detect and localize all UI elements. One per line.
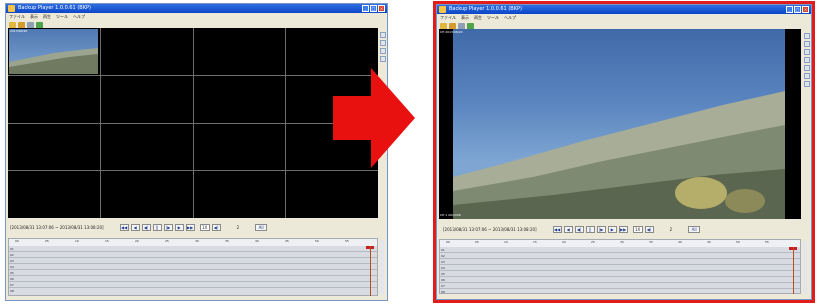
right-menu-bar: ファイル 表示 再生 ツール ヘルプ: [437, 14, 811, 21]
all-button[interactable]: All: [688, 225, 701, 233]
layout-1-button[interactable]: [380, 32, 386, 38]
close-button[interactable]: ×: [378, 5, 385, 12]
minimize-button[interactable]: _: [786, 6, 793, 13]
fast-forward-button[interactable]: ▶▶: [618, 225, 628, 233]
timeline-ruler: 00 05 10 15 20 25 30 35 40 45 50 55: [9, 239, 377, 246]
layout-9-button[interactable]: [804, 49, 810, 55]
audio-button[interactable]: ◀): [211, 223, 221, 231]
left-menu-bar: ファイル 表示 再生 ツール ヘルプ: [6, 13, 387, 20]
page-number: 2: [669, 226, 673, 232]
fast-rewind-button[interactable]: ◀◀: [119, 223, 129, 231]
zoom-button[interactable]: [804, 73, 810, 79]
step-forward-button[interactable]: |▶: [596, 225, 606, 233]
left-window-title: Backup Player 1.0.0.61 (BKP): [18, 5, 91, 11]
layout-16-button[interactable]: [380, 56, 386, 62]
menu-tools[interactable]: ツール: [56, 13, 68, 20]
menu-file[interactable]: ファイル: [9, 13, 25, 20]
page-number: 2: [236, 224, 240, 230]
menu-play[interactable]: 再生: [474, 14, 482, 21]
menu-file[interactable]: ファイル: [440, 14, 456, 21]
pause-button[interactable]: ||: [585, 225, 595, 233]
step-back-button[interactable]: ◀|: [574, 225, 584, 233]
maximize-button[interactable]: □: [370, 5, 377, 12]
fast-forward-button[interactable]: ▶▶: [185, 223, 195, 231]
menu-view[interactable]: 表示: [30, 13, 38, 20]
left-title-bar[interactable]: Backup Player 1.0.0.61 (BKP) _ □ ×: [6, 4, 387, 13]
left-playback-controls: [2013/08/31 13:07:06 ~ 2013/08/31 13:08:…: [10, 221, 268, 233]
right-title-bar[interactable]: Backup Player 1.0.0.61 (BKP) _ □ ×: [437, 5, 811, 14]
right-playback-controls: [2013/08/31 13:07:06 ~ 2013/08/31 13:08:…: [443, 223, 701, 235]
playhead[interactable]: [793, 247, 794, 294]
app-icon: [8, 5, 15, 12]
reef-image: [9, 48, 98, 74]
right-side-toolbar: [804, 33, 811, 89]
pause-button[interactable]: ||: [152, 223, 162, 231]
left-video-grid[interactable]: 2013/06/20: [8, 28, 378, 218]
menu-play[interactable]: 再生: [43, 13, 51, 20]
layout-4-button[interactable]: [380, 40, 386, 46]
rewind-button[interactable]: ◀: [563, 225, 573, 233]
maximize-button[interactable]: □: [794, 6, 801, 13]
layout-9-button[interactable]: [380, 48, 386, 54]
layout-16-button[interactable]: [804, 57, 810, 63]
minimize-button[interactable]: _: [362, 5, 369, 12]
rewind-button[interactable]: ◀: [130, 223, 140, 231]
play-button[interactable]: ▶: [174, 223, 184, 231]
snapshot-button[interactable]: [804, 65, 810, 71]
menu-help[interactable]: ヘルプ: [73, 13, 85, 20]
audio-button[interactable]: ◀): [644, 225, 654, 233]
right-window-title: Backup Player 1.0.0.61 (BKP): [449, 6, 522, 12]
left-side-toolbar: [380, 32, 387, 64]
timeline-ruler: 00 05 10 15 20 25 30 35 40 45 50 55: [440, 240, 800, 247]
time-range: [2013/08/31 13:07:06 ~ 2013/08/31 13:08:…: [10, 224, 104, 230]
playhead[interactable]: [370, 246, 371, 296]
fast-rewind-button[interactable]: ◀◀: [552, 225, 562, 233]
step-forward-button[interactable]: |▶: [163, 223, 173, 231]
step-back-button[interactable]: ◀|: [141, 223, 151, 231]
timeline-scrollbar[interactable]: [803, 241, 807, 293]
play-button[interactable]: ▶: [607, 225, 617, 233]
arrow-right-icon: [333, 68, 415, 168]
reef-image: [453, 91, 785, 219]
speed-select[interactable]: 1X: [199, 223, 210, 231]
settings-button[interactable]: [804, 81, 810, 87]
speed-select[interactable]: 1X: [632, 225, 643, 233]
right-video-view[interactable]: CH 2013/06/20 CH 1 2013/06: [439, 29, 801, 219]
time-range: [2013/08/31 13:07:06 ~ 2013/08/31 13:08:…: [443, 226, 537, 232]
left-timeline[interactable]: 00 05 10 15 20 25 30 35 40 45 50 55 01 0…: [8, 238, 378, 296]
timeline-scrollbar[interactable]: [380, 240, 384, 295]
menu-tools[interactable]: ツール: [487, 14, 499, 21]
osd-timestamp: CH 1 2013/06: [440, 213, 461, 217]
all-button[interactable]: All: [255, 223, 268, 231]
app-icon: [439, 6, 446, 13]
layout-4-button[interactable]: [804, 41, 810, 47]
layout-1-button[interactable]: [804, 33, 810, 39]
menu-help[interactable]: ヘルプ: [504, 14, 516, 21]
right-timeline[interactable]: 00 05 10 15 20 25 30 35 40 45 50 55 01 0…: [439, 239, 801, 294]
camera-label: CH 2013/06/20: [440, 30, 463, 34]
left-player-window: Backup Player 1.0.0.61 (BKP) _ □ × ファイル …: [5, 3, 388, 301]
camera-thumbnail[interactable]: 2013/06/20: [9, 29, 98, 74]
right-player-window: Backup Player 1.0.0.61 (BKP) _ □ × ファイル …: [436, 4, 812, 300]
close-button[interactable]: ×: [802, 6, 809, 13]
menu-view[interactable]: 表示: [461, 14, 469, 21]
fullscreen-camera[interactable]: [453, 29, 785, 219]
camera-label: 2013/06/20: [10, 29, 28, 33]
